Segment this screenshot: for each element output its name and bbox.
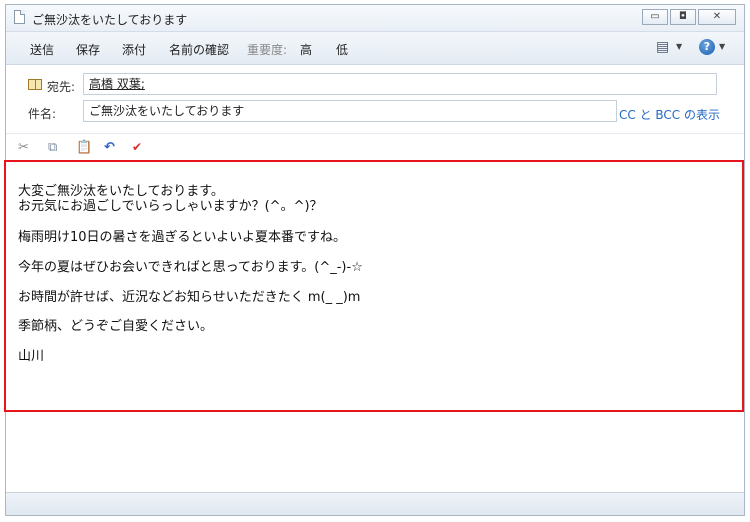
close-button[interactable]: ✕ [698, 9, 736, 25]
toolbar: 送信 保存 添付 名前の確認 重要度: 高 低 ▤ ▼ ? ▼ [6, 32, 744, 65]
address-book-icon[interactable] [28, 79, 42, 90]
paste-icon[interactable]: 📋 [76, 140, 92, 155]
chevron-down-icon[interactable]: ▼ [676, 42, 682, 51]
window-title: ご無沙汰をいたしております [32, 13, 188, 27]
chevron-down-icon[interactable]: ▼ [719, 42, 725, 51]
title-bar: ご無沙汰をいたしております ▭ ◘ ✕ [6, 5, 744, 32]
help-icon[interactable]: ? [699, 39, 715, 55]
attach-button[interactable]: 添付 [122, 41, 146, 58]
subject-label: 件名: [28, 107, 57, 121]
importance-low-button[interactable]: 低 [336, 41, 348, 58]
highlight-frame [4, 160, 744, 412]
importance-high-button[interactable]: 高 [300, 41, 312, 58]
format-toolbar: ✂ ⧉ 📋 ↶ ✔ [6, 133, 744, 160]
restore-button[interactable]: ◘ [670, 9, 696, 25]
status-bar [6, 492, 744, 515]
recipient-name[interactable]: 高橋 双葉; [89, 77, 145, 91]
minimize-button[interactable]: ▭ [642, 9, 668, 25]
cut-icon[interactable]: ✂ [18, 140, 29, 155]
subject-field[interactable]: ご無沙汰をいたしております [83, 100, 617, 122]
send-button[interactable]: 送信 [30, 41, 54, 58]
to-field[interactable]: 高橋 双葉; [83, 73, 717, 95]
undo-icon[interactable]: ↶ [104, 140, 115, 155]
copy-icon[interactable]: ⧉ [48, 140, 57, 155]
cc-bcc-link[interactable]: CC と BCC の表示 [619, 106, 720, 123]
save-button[interactable]: 保存 [76, 41, 100, 58]
spellcheck-icon[interactable]: ✔ [132, 140, 142, 154]
to-label[interactable]: 宛先: [47, 78, 75, 95]
window-controls: ▭ ◘ ✕ [640, 9, 736, 25]
document-icon [14, 10, 25, 24]
importance-label: 重要度: [247, 43, 288, 57]
format-icon[interactable]: ▤ [656, 39, 669, 55]
message-header: 宛先: 高橋 双葉; 件名: ご無沙汰をいたしております CC と BCC の表… [6, 65, 744, 133]
check-names-button[interactable]: 名前の確認 [169, 41, 229, 58]
